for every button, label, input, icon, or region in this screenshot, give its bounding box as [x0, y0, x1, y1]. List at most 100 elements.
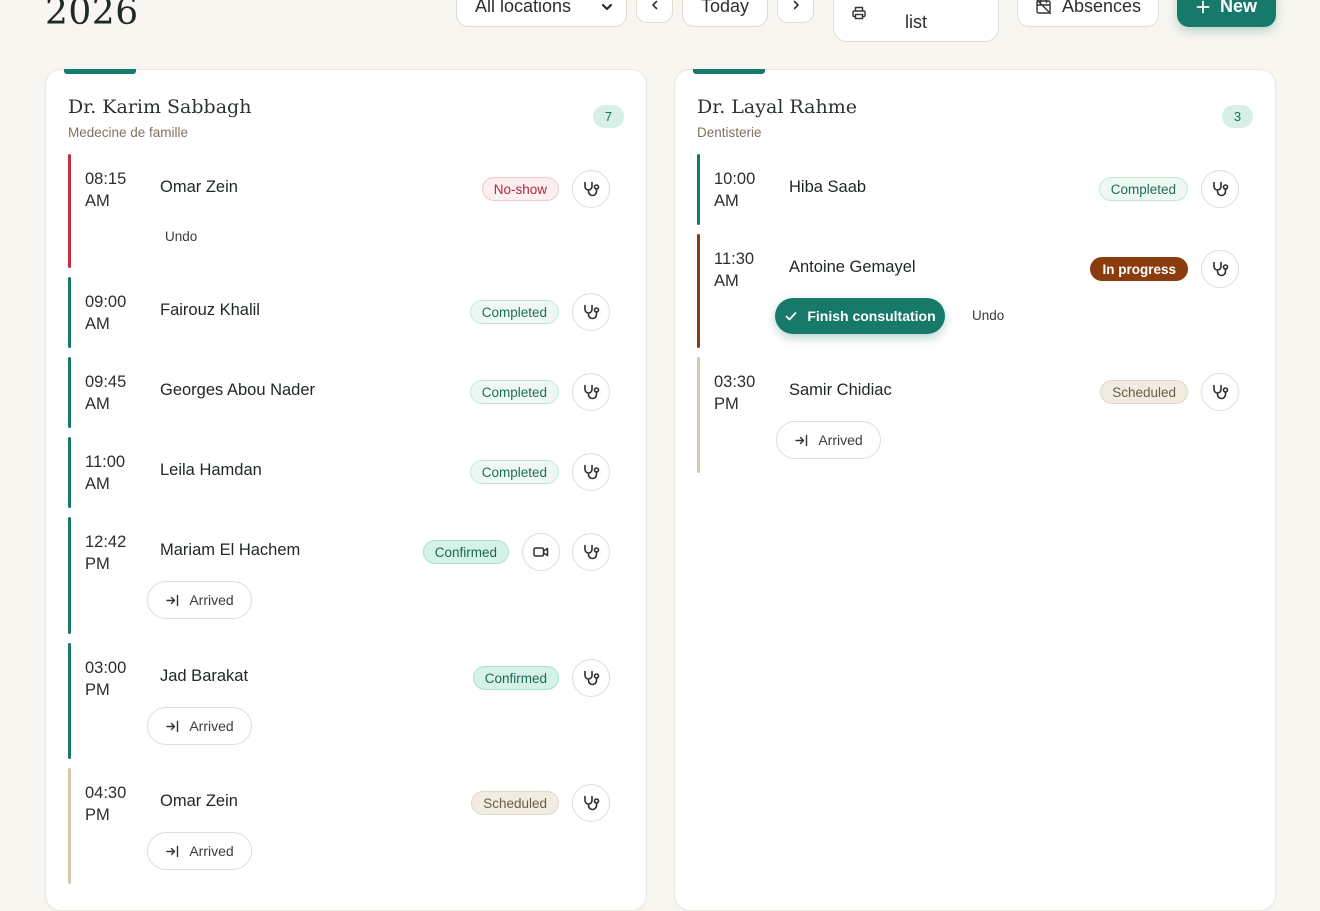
patient-name: Omar Zein: [160, 178, 238, 196]
consultation-button[interactable]: [572, 453, 610, 491]
appointment-time: 12:42 PM: [85, 533, 127, 573]
status-bar: [68, 768, 71, 884]
appointment-item[interactable]: 11:00 AM Leila Hamdan Completed: [68, 437, 610, 508]
status-badge: Scheduled: [471, 791, 559, 815]
status-badge: Completed: [469, 460, 559, 484]
consultation-button[interactable]: [572, 784, 610, 822]
doctor-column-karim-sabbagh: Dr. Karim Sabbagh Medecine de famille 7 …: [45, 69, 647, 911]
status-bar: [68, 357, 71, 428]
appointment-item[interactable]: 11:30 AM Antoine Gemayel In progress Fin…: [697, 234, 1239, 348]
appointment-item[interactable]: 10:00 AM Hiba Saab Completed: [697, 154, 1239, 225]
arrived-button[interactable]: Arrived: [147, 832, 252, 870]
appointment-time: 09:45 AM: [85, 373, 127, 413]
stethoscope-icon: [582, 669, 600, 687]
chevron-right-icon: [789, 0, 803, 12]
arrived-label: Arrived: [189, 843, 234, 859]
doctor-specialty: Medecine de famille: [68, 125, 189, 140]
column-accent: [693, 69, 765, 74]
new-button-label: New: [1219, 0, 1257, 16]
undo-button[interactable]: Undo: [972, 308, 1004, 323]
patient-name: Jad Barakat: [160, 667, 249, 685]
appointment-item[interactable]: 09:00 AM Fairouz Khalil Completed: [68, 277, 610, 348]
appointment-time: 09:00 AM: [85, 293, 127, 333]
status-badge: Confirmed: [472, 666, 559, 690]
status-badge: No-show: [481, 177, 559, 201]
log-in-icon: [165, 593, 180, 608]
doctor-column-layal-rahme: Dr. Layal Rahme Dentisterie 3 10:00 AM H…: [674, 69, 1276, 911]
appointment-count-badge: 7: [593, 105, 624, 128]
check-icon: [784, 309, 798, 323]
video-call-button[interactable]: [522, 533, 560, 571]
today-button-label: Today: [700, 0, 750, 16]
absences-button[interactable]: Absences: [1017, 0, 1159, 27]
stethoscope-icon: [1211, 260, 1229, 278]
patient-name: Fairouz Khalil: [160, 301, 260, 319]
status-badge: In progress: [1090, 257, 1188, 281]
status-bar: [68, 277, 71, 348]
appointment-item[interactable]: 03:00 PM Jad Barakat Confirmed Arrived: [68, 643, 610, 759]
appointment-item[interactable]: 08:15 AM Omar Zein No-show Undo: [68, 154, 610, 268]
status-badge: Completed: [469, 380, 559, 404]
appointment-time: 03:00 PM: [85, 659, 127, 699]
print-list-label: list: [905, 12, 927, 32]
consultation-button[interactable]: [1201, 250, 1239, 288]
consultation-button[interactable]: [572, 170, 610, 208]
undo-button[interactable]: Undo: [165, 229, 197, 244]
patient-name: Mariam El Hachem: [160, 541, 301, 559]
consultation-button[interactable]: [1201, 170, 1239, 208]
stethoscope-icon: [1211, 383, 1229, 401]
appointment-item[interactable]: 09:45 AM Georges Abou Nader Completed: [68, 357, 610, 428]
consultation-button[interactable]: [572, 373, 610, 411]
stethoscope-icon: [582, 794, 600, 812]
patient-name: Georges Abou Nader: [160, 381, 316, 399]
location-select-value: All locations: [475, 0, 572, 16]
stethoscope-icon: [582, 383, 600, 401]
new-appointment-button[interactable]: New: [1177, 0, 1276, 27]
previous-day-button[interactable]: [636, 0, 673, 23]
appointment-item[interactable]: 03:30 PM Samir Chidiac Scheduled Arrived: [697, 357, 1239, 473]
appointment-count-badge: 3: [1222, 105, 1253, 128]
consultation-button[interactable]: [572, 533, 610, 571]
appointment-item[interactable]: 12:42 PM Mariam El Hachem Confirmed Arri…: [68, 517, 610, 634]
finish-consultation-button[interactable]: Finish consultation: [775, 298, 945, 334]
patient-name: Omar Zein: [160, 792, 238, 810]
arrived-label: Arrived: [818, 432, 863, 448]
arrived-button[interactable]: Arrived: [147, 707, 252, 745]
status-bar: [68, 437, 71, 508]
appointment-time: 11:30 AM: [714, 250, 755, 290]
patient-name: Leila Hamdan: [160, 461, 262, 479]
consultation-button[interactable]: [1201, 373, 1239, 411]
chevron-down-icon: [600, 0, 614, 14]
status-bar: [697, 357, 700, 473]
arrived-button[interactable]: Arrived: [147, 581, 252, 619]
plus-icon: [1196, 0, 1210, 14]
video-icon: [532, 543, 550, 561]
consultation-button[interactable]: [572, 659, 610, 697]
consultation-button[interactable]: [572, 293, 610, 331]
calendar-off-icon: [1035, 0, 1052, 15]
appointment-time: 03:30 PM: [714, 373, 756, 413]
appointment-item[interactable]: 04:30 PM Omar Zein Scheduled Arrived: [68, 768, 610, 884]
year-title: 2026: [45, 0, 139, 33]
status-badge: Completed: [469, 300, 559, 324]
log-in-icon: [794, 433, 809, 448]
appointment-time: 04:30 PM: [85, 784, 127, 824]
arrived-button[interactable]: Arrived: [776, 421, 881, 459]
stethoscope-icon: [1211, 180, 1229, 198]
log-in-icon: [165, 719, 180, 734]
absences-label: Absences: [1061, 0, 1142, 16]
stethoscope-icon: [582, 303, 600, 321]
patient-name: Hiba Saab: [789, 178, 867, 196]
appointment-time: 08:15 AM: [85, 170, 127, 210]
status-badge: Completed: [1098, 177, 1188, 201]
today-button[interactable]: Today: [682, 0, 768, 27]
status-bar: [68, 517, 71, 634]
location-select[interactable]: All locations: [456, 0, 627, 27]
next-day-button[interactable]: [777, 0, 814, 23]
column-accent: [64, 69, 136, 74]
stethoscope-icon: [582, 180, 600, 198]
status-bar: [697, 234, 700, 348]
print-list-button[interactable]: list: [833, 0, 999, 42]
finish-consultation-label: Finish consultation: [807, 308, 936, 324]
appointment-time: 11:00 AM: [85, 453, 126, 493]
